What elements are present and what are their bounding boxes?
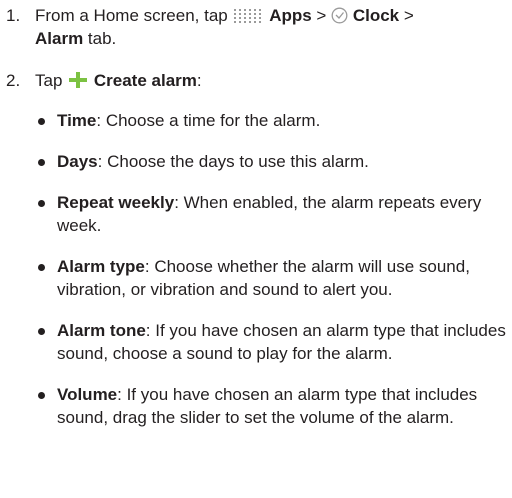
list-item: Alarm type: Choose whether the alarm wil…: [35, 255, 510, 301]
step-1: 1. From a Home screen, tap Apps > Clock …: [6, 4, 506, 50]
list-item: Volume: If you have chosen an alarm type…: [35, 383, 510, 429]
clock-icon: [331, 7, 348, 24]
list-item: Days: Choose the days to use this alarm.: [35, 150, 510, 173]
apps-grid-icon: [232, 7, 264, 23]
alarm-options-list: Time: Choose a time for the alarm. Days:…: [35, 109, 510, 447]
instruction-page: 1. From a Home screen, tap Apps > Clock …: [0, 0, 512, 498]
step-2: 2. Tap Create alarm:: [6, 69, 506, 92]
list-item: Time: Choose a time for the alarm.: [35, 109, 510, 132]
step-text: Tap Create alarm:: [35, 71, 202, 90]
plus-icon: [67, 71, 89, 89]
alarm-tab-label: Alarm: [35, 29, 84, 48]
create-alarm-label: Create alarm: [93, 71, 197, 90]
apps-label: Apps: [269, 6, 312, 25]
step-number: 2.: [6, 71, 21, 90]
clock-label: Clock: [352, 6, 400, 25]
list-item: Repeat weekly: When enabled, the alarm r…: [35, 191, 510, 237]
step-text: From a Home screen, tap Apps > Clock > Al…: [35, 6, 414, 48]
step-number: 1.: [6, 6, 21, 25]
list-item: Alarm tone: If you have chosen an alarm …: [35, 319, 510, 365]
